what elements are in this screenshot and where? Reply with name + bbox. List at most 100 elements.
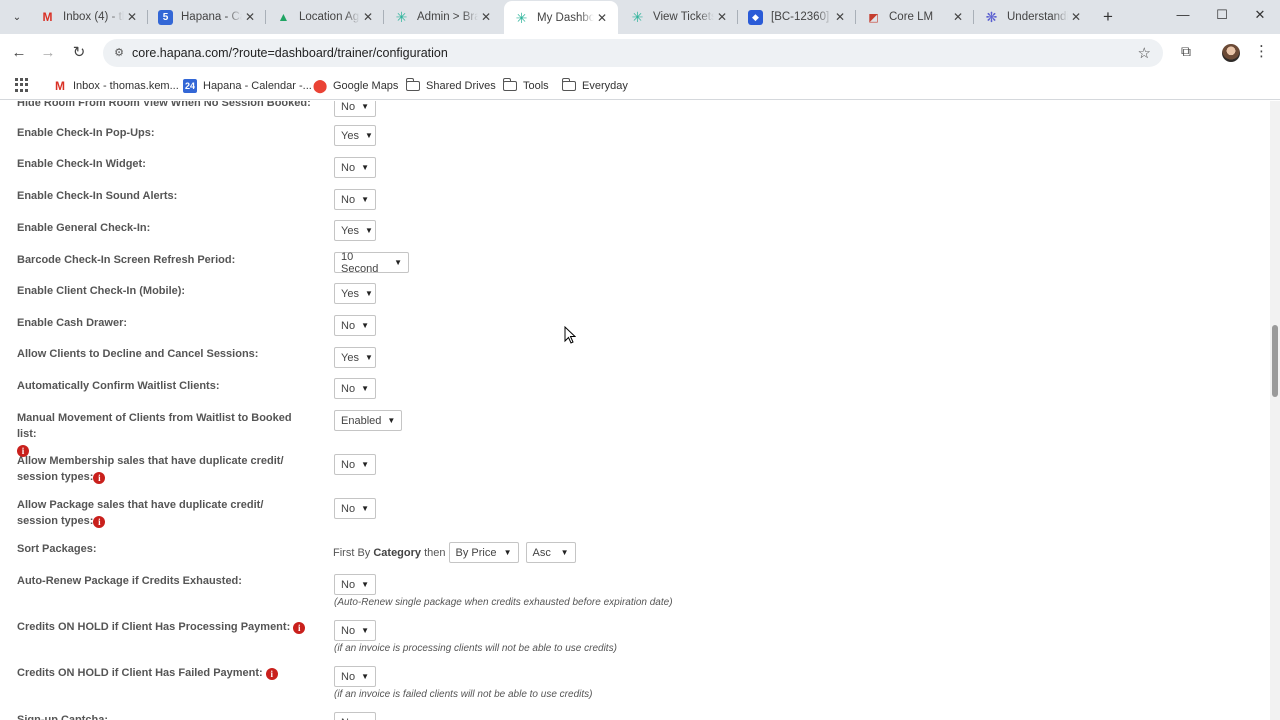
tab-title: Location Agr [299,11,360,23]
setting-select[interactable]: No▼ [334,712,376,720]
setting-select[interactable]: No▼ [334,498,376,519]
setting-select[interactable]: Yes ▼ [334,125,376,146]
tab-admin[interactable]: ✳ Admin > Bra ✕ [384,0,502,34]
reload-icon: ↻ [72,44,86,61]
back-button[interactable]: ← [9,43,29,63]
close-icon[interactable]: ✕ [124,10,140,24]
setting-select[interactable]: 10 Second ▼ [334,251,409,275]
forward-button[interactable]: → [38,43,58,63]
bookmark-label: Inbox - thomas.kem... [73,80,179,92]
setting-select[interactable]: No▼ [334,666,376,687]
setting-select[interactable]: No▼ [334,620,376,641]
bookmark-label: Hapana - Calendar -... [203,80,312,92]
setting-select[interactable]: No▼ [334,315,376,336]
setting-select[interactable]: Enabled ▼ [334,410,402,431]
info-icon[interactable]: i [93,472,106,484]
setting-select[interactable]: Yes ▼ [334,220,376,241]
tab-inbox[interactable]: M Inbox (4) - th ✕ [30,0,148,34]
setting-select[interactable]: Yes ▼ [334,347,376,368]
sort-packages-controls: First By Category then By Price ▼ Asc ▼ [333,542,576,563]
tab-core-lm[interactable]: ◩ Core LM ✕ [856,0,974,34]
bookmark-star-icon[interactable]: ☆ [1138,44,1151,62]
scrollbar-thumb[interactable] [1272,325,1278,397]
chevron-down-icon: ▼ [361,460,369,469]
setting-label: Automatically Confirm Waitlist Clients: [17,380,220,392]
setting-label: Enable Check-In Widget: [17,158,146,170]
setting-select[interactable]: No▼ [334,378,376,399]
profile-avatar[interactable] [1222,44,1240,62]
info-icon[interactable]: i [265,668,278,680]
more-menu-icon[interactable]: ⋮ [1254,43,1269,61]
chevron-down-icon: ▼ [361,580,369,589]
address-bar[interactable]: ⚙ core.hapana.com/?route=dashboard/train… [103,39,1163,67]
setting-select[interactable]: No▼ [334,454,376,475]
tab-title: [BC-12360] J [771,11,832,23]
close-icon[interactable]: ✕ [360,10,376,24]
tab-view-tickets[interactable]: ✳ View Tickets ✕ [620,0,738,34]
jira-icon: ◆ [748,9,763,25]
bookmark-inbox[interactable]: M Inbox - thomas.kem... [53,77,179,95]
bookmark-shared-drives[interactable]: Shared Drives [405,77,496,95]
calendar-icon: 5 [158,9,173,25]
bookmark-label: Everyday [582,80,628,92]
bookmark-label: Tools [523,80,549,92]
apps-grid-icon[interactable] [15,78,29,92]
setting-label: Allow Clients to Decline and Cancel Sess… [17,348,259,360]
close-icon[interactable]: ✕ [242,10,258,24]
bookmarks-bar: M Inbox - thomas.kem... 24 Hapana - Cale… [0,72,1280,100]
setting-label: Allow Membership sales that have duplica… [17,455,284,484]
setting-select[interactable]: Yes ▼ [334,283,376,304]
tab-jira[interactable]: ◆ [BC-12360] J ✕ [738,0,856,34]
tab-understanding[interactable]: ❋ Understandi ✕ [974,0,1092,34]
chevron-down-icon: ▼ [394,258,402,267]
new-tab-button[interactable]: + [1098,7,1118,27]
tab-title: My Dashboa [537,12,594,24]
maximize-button[interactable]: ☐ [1212,7,1232,23]
mouse-cursor-icon [564,326,576,344]
close-window-button[interactable]: ✕ [1250,7,1270,23]
core-icon: ◩ [868,11,879,24]
setting-label: Barcode Check-In Screen Refresh Period: [17,254,236,266]
close-icon[interactable]: ✕ [832,10,848,24]
reload-button[interactable]: ↻ [69,43,89,63]
chevron-down-icon: ▼ [364,131,373,140]
tab-calendar[interactable]: 5 Hapana - Ca ✕ [148,0,266,34]
setting-select[interactable]: No▼ [334,574,376,595]
close-icon[interactable]: ✕ [594,11,610,25]
sort-by-select[interactable]: By Price ▼ [448,542,519,563]
bookmark-google-maps[interactable]: ⬤ Google Maps [313,77,399,95]
setting-label: Sign-up Captcha: [17,714,109,720]
chevron-down-icon: ▼ [361,626,369,635]
setting-label: Manual Movement of Clients from Waitlist… [17,412,292,457]
setting-label: Hide Room From Room View When No Session… [17,101,311,109]
setting-select[interactable]: No▼ [334,189,376,210]
tab-search-button[interactable]: ⌄ [6,6,28,28]
chevron-down-icon: ▼ [361,163,369,172]
site-settings-icon[interactable]: ⚙ [111,45,127,61]
bookmark-everyday[interactable]: Everyday [561,77,628,95]
chevron-down-icon: ▼ [364,289,373,298]
folder-icon [561,78,576,93]
sort-order-select[interactable]: Asc ▼ [525,542,576,563]
folder-icon [502,78,517,93]
setting-label: Allow Package sales that have duplicate … [17,499,264,528]
close-icon[interactable]: ✕ [478,10,494,24]
tab-title: Core LM [889,11,934,23]
close-icon[interactable]: ✕ [950,10,966,24]
tab-drive[interactable]: ▲ Location Agr ✕ [266,0,384,34]
setting-select[interactable]: No▼ [334,157,376,178]
minimize-button[interactable]: — [1173,7,1193,22]
close-icon[interactable]: ✕ [714,10,730,24]
info-icon[interactable]: i [93,516,106,528]
extensions-icon[interactable]: ⧉ [1177,43,1195,61]
page-scrollbar[interactable] [1270,101,1280,720]
close-icon[interactable]: ✕ [1068,10,1084,24]
tab-my-dashboard[interactable]: ✳ My Dashboa ✕ [504,1,618,35]
bookmark-tools[interactable]: Tools [502,77,549,95]
tab-title: Understandi [1007,11,1068,23]
setting-select[interactable]: No▼ [334,101,376,117]
info-icon[interactable]: i [293,622,306,634]
setting-label: Credits ON HOLD if Client Has Processing… [17,619,312,635]
url-text: core.hapana.com/?route=dashboard/trainer… [132,46,448,60]
bookmark-calendar[interactable]: 24 Hapana - Calendar -... [183,77,312,95]
